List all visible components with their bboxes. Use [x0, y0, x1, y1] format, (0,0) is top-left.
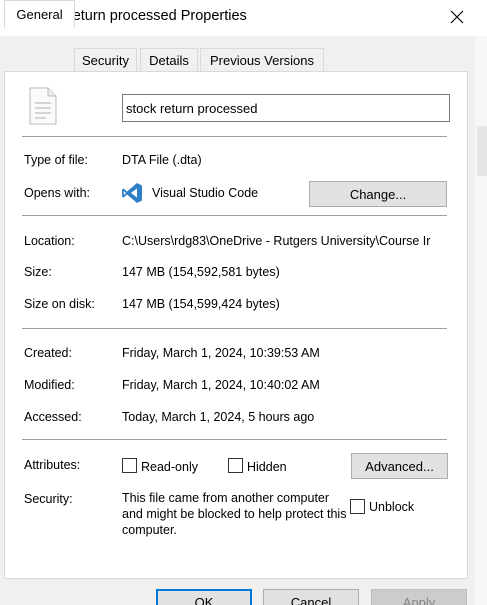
type-value: DTA File (.dta) [122, 153, 202, 167]
security-message: This file came from another computer and… [122, 491, 347, 537]
advanced-button-label: Advanced... [365, 458, 434, 474]
hidden-label[interactable]: Hidden [247, 460, 287, 474]
unblock-checkbox[interactable] [350, 499, 365, 514]
opens-with-value: Visual Studio Code [152, 186, 259, 200]
vscode-icon [122, 183, 142, 203]
file-icon [29, 87, 57, 125]
modified-value: Friday, March 1, 2024, 10:40:02 AM [122, 378, 320, 392]
file-name-input[interactable] [122, 94, 450, 122]
created-value: Friday, March 1, 2024, 10:39:53 AM [122, 346, 320, 360]
apply-button-label: Apply [402, 595, 436, 605]
opens-with-label: Opens with: [24, 186, 91, 200]
size-on-disk-value: 147 MB (154,599,424 bytes) [122, 297, 280, 311]
apply-button[interactable]: Apply [371, 589, 467, 605]
background-window-edge [475, 36, 487, 605]
cancel-button[interactable]: Cancel [263, 589, 359, 605]
change-button[interactable]: Change... [309, 181, 447, 207]
advanced-button[interactable]: Advanced... [351, 453, 448, 479]
readonly-label[interactable]: Read-only [141, 460, 198, 474]
tab-details[interactable]: Details [140, 48, 198, 71]
hidden-checkbox[interactable] [228, 458, 243, 473]
unblock-label[interactable]: Unblock [369, 500, 414, 514]
created-label: Created: [24, 346, 72, 360]
size-label: Size: [24, 265, 52, 279]
ok-button-label: OK [194, 595, 214, 605]
location-value: C:\Users\rdg83\OneDrive - Rutgers Univer… [122, 234, 431, 248]
tab-label: Previous Versions [209, 52, 315, 68]
modified-label: Modified: [24, 378, 75, 392]
size-value: 147 MB (154,592,581 bytes) [122, 265, 280, 279]
location-label: Location: [24, 234, 75, 248]
type-label: Type of file: [24, 153, 88, 167]
close-icon [450, 10, 464, 24]
ok-button[interactable]: OK [156, 589, 252, 605]
divider [22, 328, 447, 329]
security-label: Security: [24, 492, 73, 506]
cancel-button-label: Cancel [290, 595, 332, 605]
change-button-label: Change... [349, 186, 407, 202]
size-on-disk-label: Size on disk: [24, 297, 95, 311]
tab-label: Details [149, 52, 189, 68]
close-button[interactable] [437, 0, 477, 34]
tab-label: Security [82, 52, 129, 68]
tab-general[interactable]: General [4, 0, 75, 28]
accessed-value: Today, March 1, 2024, 5 hours ago [122, 410, 315, 424]
tab-label: General [16, 7, 63, 22]
divider [22, 215, 447, 216]
readonly-checkbox[interactable] [122, 458, 137, 473]
accessed-label: Accessed: [24, 410, 82, 424]
attributes-label: Attributes: [24, 458, 81, 472]
divider [22, 439, 447, 440]
tab-previous-versions[interactable]: Previous Versions [200, 48, 324, 71]
tab-security[interactable]: Security [74, 48, 137, 71]
divider [22, 136, 447, 137]
